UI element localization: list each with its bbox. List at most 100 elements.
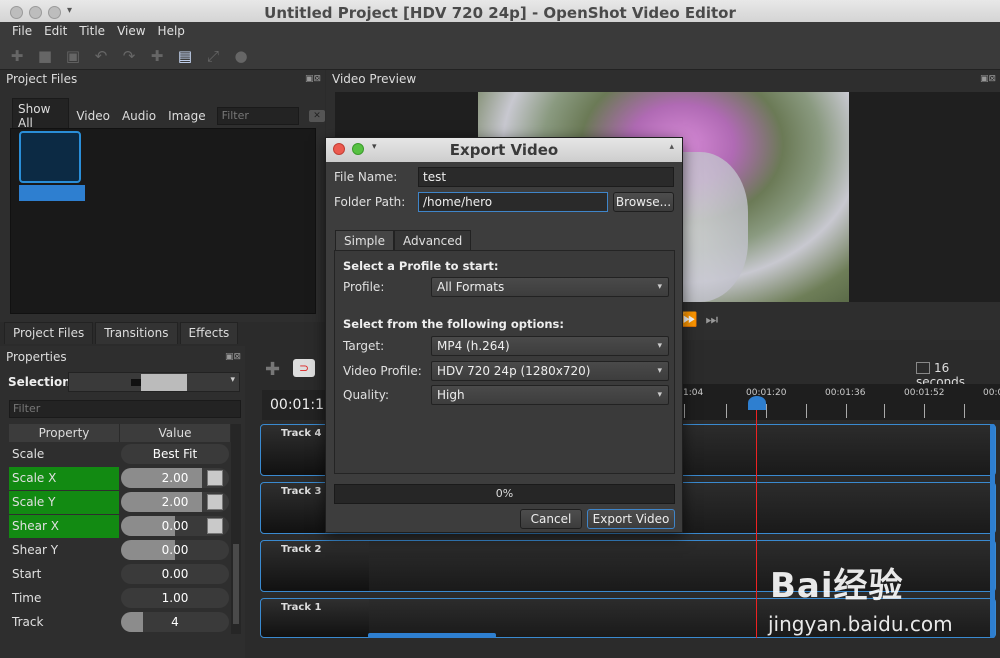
menu-title[interactable]: Title xyxy=(73,22,111,42)
preview-dock-controls-icon[interactable]: ▣⊠ xyxy=(980,70,996,88)
keyframe-icon[interactable] xyxy=(207,494,223,510)
property-value-slider[interactable]: 2.00 xyxy=(121,468,229,488)
file-name-label: File Name: xyxy=(334,170,398,184)
menu-edit[interactable]: Edit xyxy=(38,22,73,42)
video-profile-select[interactable]: HDV 720 24p (1280x720) ▾ xyxy=(431,361,669,381)
target-label: Target: xyxy=(343,339,385,353)
browse-button[interactable]: Browse... xyxy=(613,192,674,212)
property-value-slider[interactable]: Best Fit xyxy=(121,444,229,464)
property-value-slider[interactable]: 1.00 xyxy=(121,588,229,608)
property-value: 1.00 xyxy=(161,591,189,605)
zoom-icon xyxy=(916,362,930,374)
file-thumbnail[interactable] xyxy=(13,131,89,201)
fullscreen-icon[interactable]: ⤢ xyxy=(204,47,222,65)
profile-select[interactable]: All Formats ▾ xyxy=(431,277,669,297)
playhead-handle[interactable] xyxy=(748,396,766,410)
profile-section-heading: Select a Profile to start: xyxy=(343,259,499,273)
property-row[interactable]: Start 0.00 xyxy=(9,562,231,586)
watermark-logo: Bai经验 xyxy=(770,566,904,606)
filter-video[interactable]: Video xyxy=(71,106,115,126)
property-row[interactable]: Time 1.00 xyxy=(9,586,231,610)
options-section-heading: Select from the following options: xyxy=(343,317,564,331)
timeline-vertical-scrollbar[interactable] xyxy=(990,424,995,638)
tab-simple[interactable]: Simple xyxy=(335,230,394,251)
tab-transitions[interactable]: Transitions xyxy=(95,322,178,344)
property-name: Time xyxy=(12,590,42,605)
ruler-tick xyxy=(726,404,727,418)
folder-path-label: Folder Path: xyxy=(334,195,406,209)
playhead-line xyxy=(756,410,757,638)
property-row[interactable]: Scale Best Fit xyxy=(9,442,231,466)
properties-filter-input[interactable]: Filter xyxy=(9,400,241,418)
property-row[interactable]: Shear X 0.00 xyxy=(9,514,231,538)
property-value-slider[interactable]: 2.00 xyxy=(121,492,229,512)
keyframe-icon[interactable] xyxy=(207,518,223,534)
timeline-ruler[interactable]: 1:04 00:01:20 00:01:36 00:01:52 00:0 xyxy=(683,384,1000,420)
selection-combo[interactable]: ▾ xyxy=(68,372,240,392)
open-project-icon[interactable]: ■ xyxy=(36,47,54,65)
filter-image[interactable]: Image xyxy=(163,106,211,126)
ruler-tick xyxy=(766,404,767,418)
snapping-magnet-icon[interactable]: ⊃ xyxy=(293,359,315,377)
properties-header: Properties ▣⊠ xyxy=(0,348,245,366)
property-value-slider[interactable]: 0.00 xyxy=(121,540,229,560)
properties-scroll-thumb[interactable] xyxy=(233,544,239,624)
target-value: MP4 (h.264) xyxy=(437,339,510,353)
property-row[interactable]: Track 4 xyxy=(9,610,231,634)
tab-effects[interactable]: Effects xyxy=(179,322,239,344)
export-video-button[interactable]: Export Video xyxy=(587,509,675,529)
timeline-current-time: 00:01:18 xyxy=(262,390,333,420)
video-preview-title: Video Preview xyxy=(332,72,417,86)
add-track-icon[interactable]: ✚ xyxy=(265,359,280,380)
jump-end-icon[interactable]: ⏭ xyxy=(705,312,726,328)
fast-forward-icon[interactable]: ⏩ xyxy=(680,312,705,328)
quality-label: Quality: xyxy=(343,388,390,402)
window-title: Untitled Project [HDV 720 24p] - OpenSho… xyxy=(264,4,736,22)
chevron-down-icon: ▾ xyxy=(657,282,662,292)
project-files-list[interactable] xyxy=(10,128,316,314)
dock-controls-icon[interactable]: ▣⊠ xyxy=(305,70,321,88)
file-name-field[interactable]: test xyxy=(418,167,674,187)
undo-icon[interactable]: ↶ xyxy=(92,47,110,65)
property-row[interactable]: Scale X 2.00 xyxy=(9,466,231,490)
property-value-slider[interactable]: 0.00 xyxy=(121,564,229,584)
playback-controls: ⏩⏭ xyxy=(680,312,726,328)
timeline-horizontal-scrollbar[interactable] xyxy=(368,633,496,638)
save-project-icon[interactable]: ▣ xyxy=(64,47,82,65)
properties-scrollbar[interactable] xyxy=(231,424,241,634)
redo-icon[interactable]: ↷ xyxy=(120,47,138,65)
property-row[interactable]: Shear Y 0.00 xyxy=(9,538,231,562)
import-files-icon[interactable]: ✚ xyxy=(148,47,166,65)
properties-title: Properties xyxy=(6,350,67,364)
dialog-shade-icon[interactable]: ▴ xyxy=(669,142,674,152)
menu-view[interactable]: View xyxy=(111,22,151,42)
new-project-icon[interactable]: ✚ xyxy=(8,47,26,65)
menu-help[interactable]: Help xyxy=(152,22,191,42)
quality-select[interactable]: High ▾ xyxy=(431,385,669,405)
target-select[interactable]: MP4 (h.264) ▾ xyxy=(431,336,669,356)
properties-table: Property Value Scale Best Fit Scale X 2.00 S… xyxy=(9,424,231,634)
property-value-slider[interactable]: 4 xyxy=(121,612,229,632)
selection-swatch-dark xyxy=(131,379,141,386)
tab-project-files[interactable]: Project Files xyxy=(4,322,94,344)
clear-filter-icon[interactable]: ✕ xyxy=(309,110,325,122)
filter-audio[interactable]: Audio xyxy=(117,106,161,126)
keyframe-icon[interactable] xyxy=(207,470,223,486)
profile-icon[interactable]: ▤ xyxy=(176,47,194,65)
tab-advanced[interactable]: Advanced xyxy=(393,230,472,251)
video-profile-label: Video Profile: xyxy=(343,364,422,378)
properties-dock-controls-icon[interactable]: ▣⊠ xyxy=(225,348,241,366)
export-icon[interactable]: ● xyxy=(232,47,250,65)
project-files-filter-input[interactable]: Filter xyxy=(216,107,300,125)
video-profile-value: HDV 720 24p (1280x720) xyxy=(437,364,591,378)
track-header: Track 1 xyxy=(261,599,369,637)
quality-value: High xyxy=(437,388,465,402)
property-value-slider[interactable]: 0.00 xyxy=(121,516,229,536)
cancel-button[interactable]: Cancel xyxy=(520,509,582,529)
left-dock-tabs: Project Files Transitions Effects xyxy=(0,322,325,344)
folder-path-field[interactable]: /home/hero xyxy=(418,192,608,212)
property-row[interactable]: Scale Y 2.00 xyxy=(9,490,231,514)
target-row: Target: MP4 (h.264) ▾ xyxy=(343,336,669,356)
menu-file[interactable]: File xyxy=(6,22,38,42)
profile-value: All Formats xyxy=(437,280,505,294)
